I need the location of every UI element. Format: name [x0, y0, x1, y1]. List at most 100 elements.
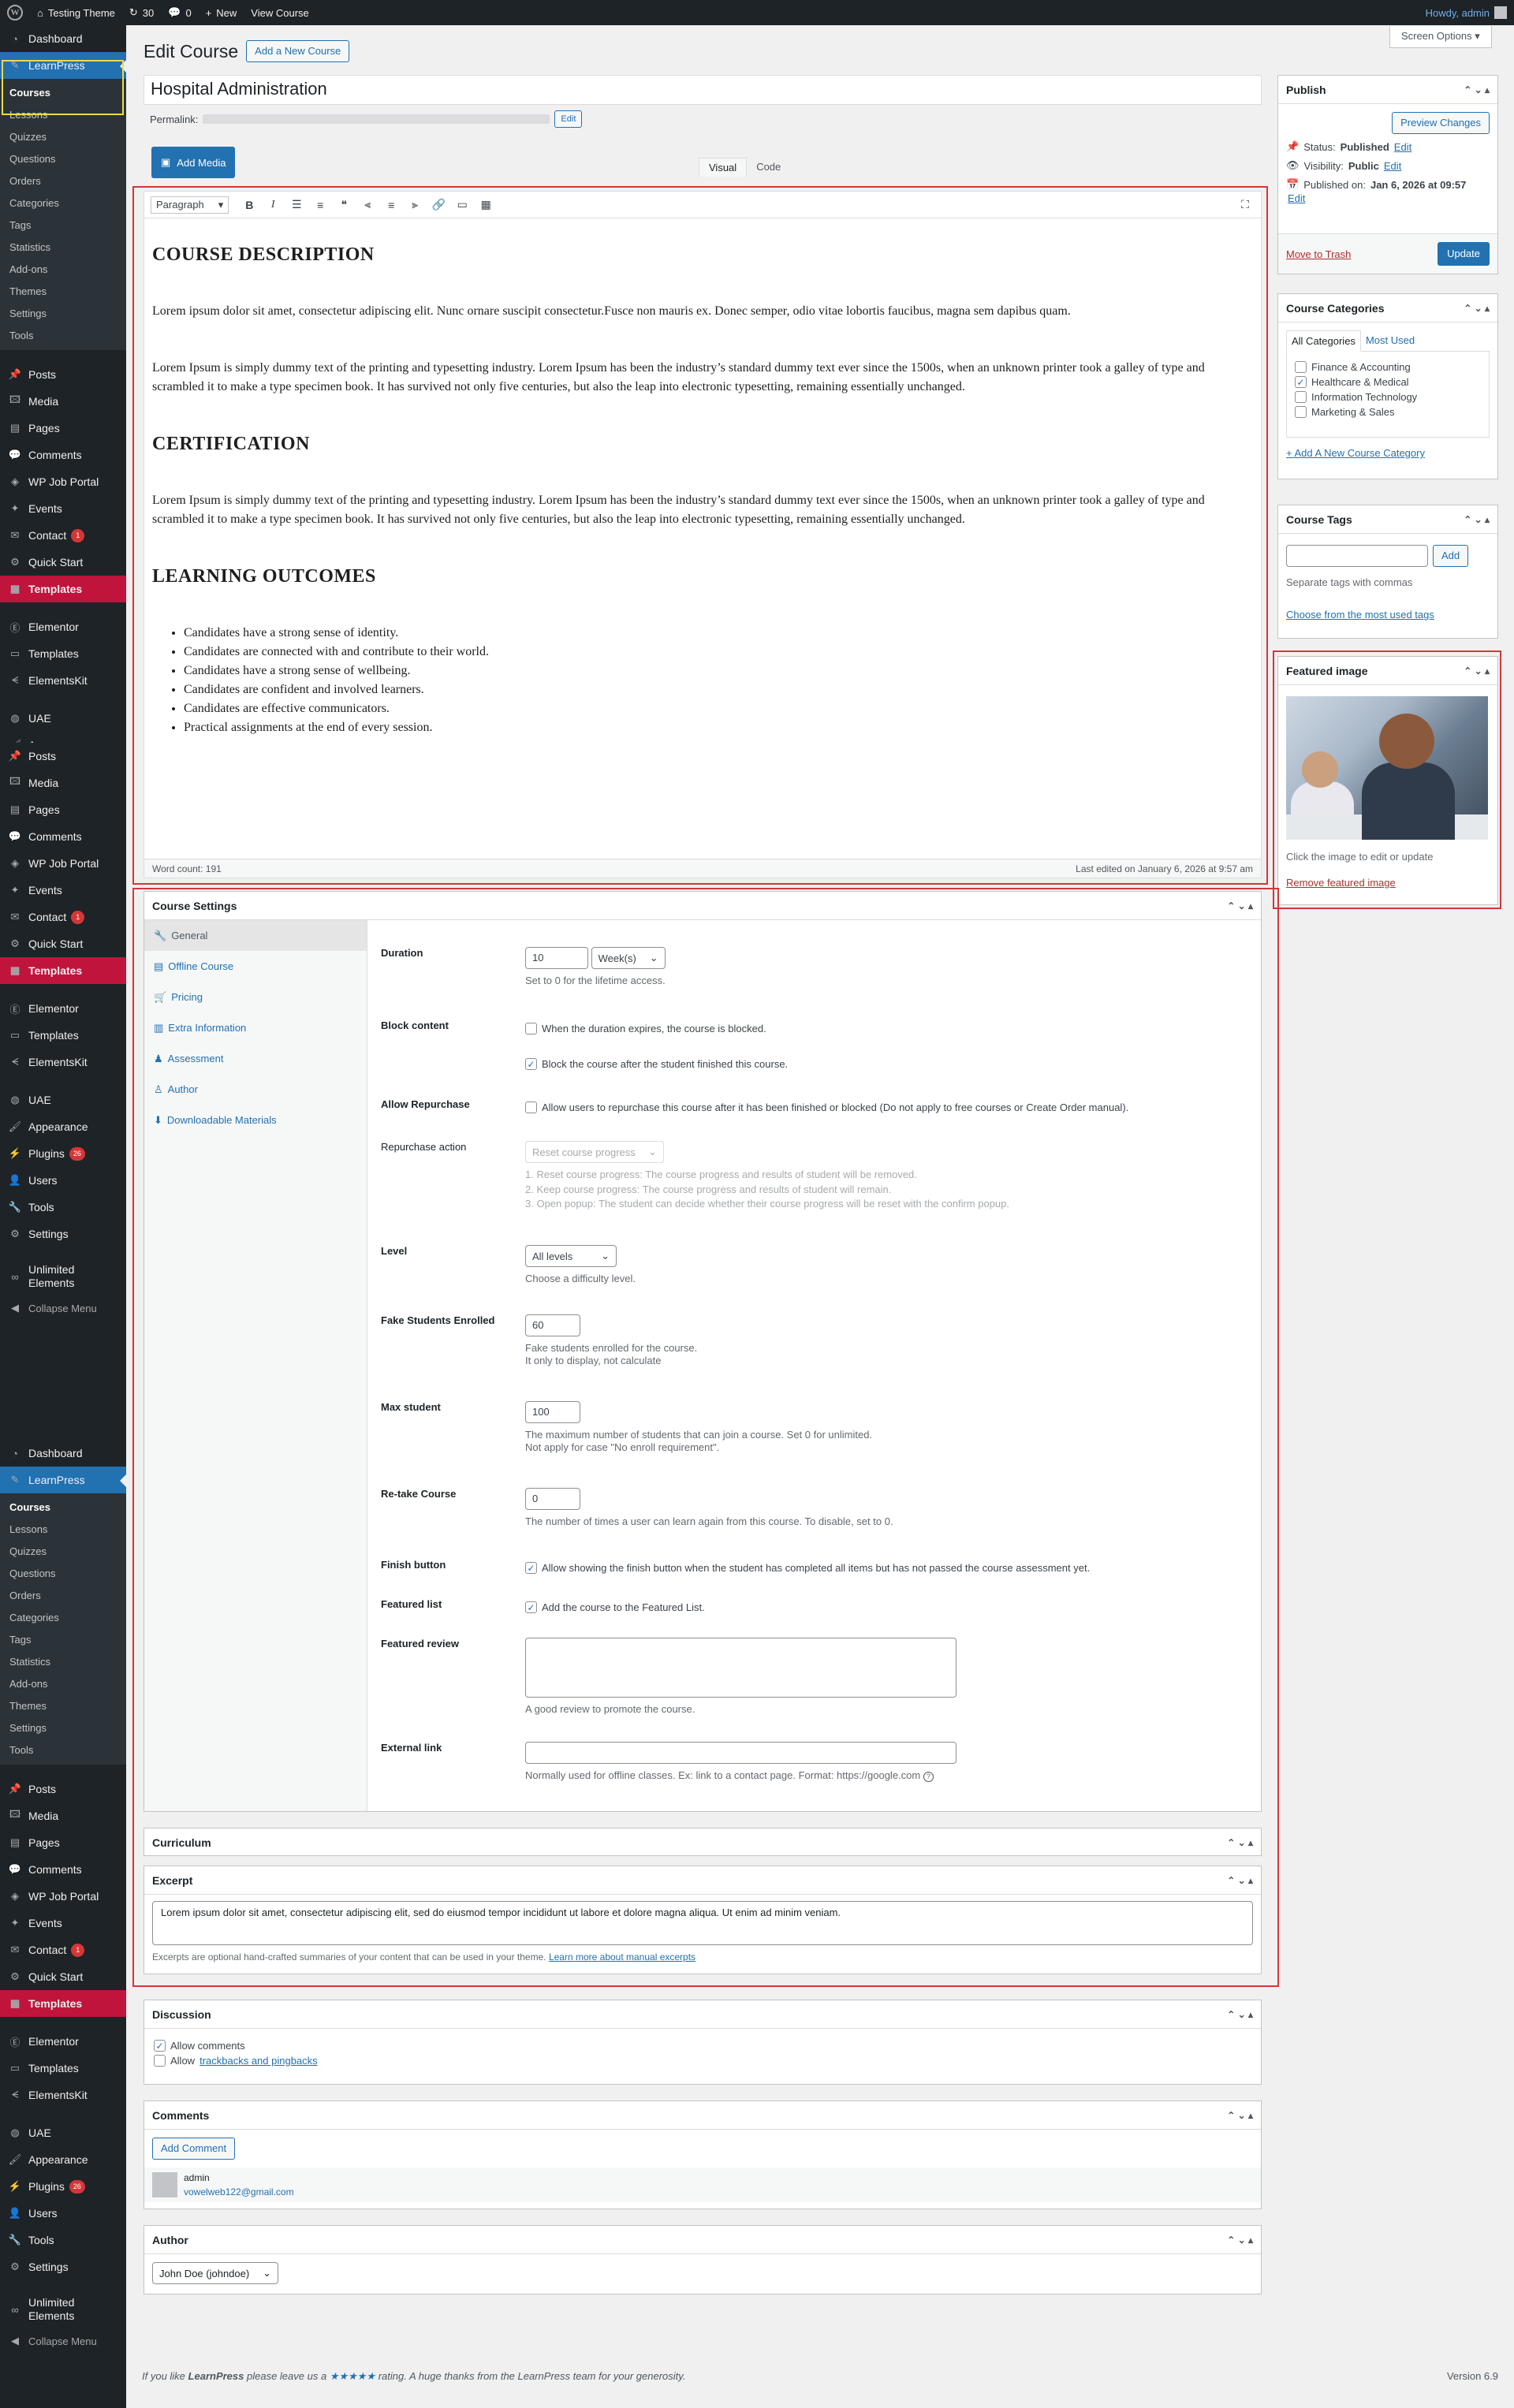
menu-item-elementskit[interactable]: ᗕ ElementsKit: [0, 1049, 126, 1075]
submenu-item[interactable]: Lessons: [0, 1519, 126, 1541]
permalink-url[interactable]: [203, 114, 550, 124]
fullscreen-icon[interactable]: ⛶: [1236, 196, 1255, 214]
submenu-item[interactable]: Courses: [0, 82, 126, 104]
bold-icon[interactable]: B: [240, 196, 259, 214]
menu-item-events[interactable]: ✦ Events: [0, 1910, 126, 1936]
align-right-icon[interactable]: ⫸: [405, 196, 424, 214]
menu-item-uae[interactable]: ◍ UAE: [0, 705, 126, 732]
menu-item-media[interactable]: 🖾 Media: [0, 770, 126, 796]
checkbox[interactable]: [1295, 361, 1307, 373]
submenu-item[interactable]: Statistics: [0, 237, 126, 259]
menu-item-uae[interactable]: ◍ UAE: [0, 1087, 126, 1113]
italic-icon[interactable]: I: [263, 196, 282, 214]
menu-item-events[interactable]: ✦ Events: [0, 495, 126, 522]
menu-item-quick-start[interactable]: ⚙ Quick Start: [0, 549, 126, 576]
menu-item-appearance[interactable]: 🖌Appearance: [0, 2146, 126, 2173]
tab-visual[interactable]: Visual: [699, 158, 748, 177]
box-controls[interactable]: ⌃ ⌄ ▴: [1464, 514, 1490, 525]
tab-pricing[interactable]: 🛒 Pricing: [144, 982, 367, 1012]
blockquote-icon[interactable]: ❝: [334, 196, 353, 214]
menu-item-settings[interactable]: ⚙ Settings: [0, 1221, 126, 1247]
published-edit-link[interactable]: Edit: [1288, 192, 1305, 204]
submenu-item[interactable]: Settings: [0, 303, 126, 325]
submenu-item[interactable]: Settings: [0, 1717, 126, 1739]
menu-item-uae[interactable]: ◍ UAE: [0, 2119, 126, 2146]
submenu-item[interactable]: Add-ons: [0, 1673, 126, 1695]
menu-item-appearance[interactable]: 🖌Appearance: [0, 732, 126, 743]
align-center-icon[interactable]: ≡: [382, 196, 401, 214]
menu-item-pages[interactable]: ▤ Pages: [0, 1829, 126, 1856]
menu-item-comments[interactable]: 💬 Comments: [0, 442, 126, 468]
add-comment-button[interactable]: Add Comment: [152, 2138, 236, 2160]
featured-list-checkbox[interactable]: ✓: [525, 1601, 537, 1613]
menu-item-templates[interactable]: ▦ Templates: [0, 576, 126, 602]
duration-input[interactable]: 10: [525, 947, 588, 969]
submenu-item[interactable]: Questions: [0, 1563, 126, 1585]
menu-item-elementor[interactable]: Ⓔ Elementor: [0, 995, 126, 1022]
submenu-item[interactable]: Courses: [0, 1497, 126, 1519]
trackbacks-link[interactable]: trackbacks and pingbacks: [200, 2055, 318, 2067]
menu-item-posts[interactable]: 📌 Posts: [0, 1776, 126, 1802]
submenu-item[interactable]: Tags: [0, 214, 126, 237]
allow-trackbacks-checkbox[interactable]: [154, 2055, 166, 2067]
author-select[interactable]: John Doe (johndoe) ⌄: [152, 2262, 278, 2284]
tag-input[interactable]: [1286, 545, 1428, 567]
submenu-item[interactable]: Themes: [0, 1695, 126, 1717]
menu-item-users[interactable]: 👤 Users: [0, 1167, 126, 1194]
menu-item-elementor[interactable]: Ⓔ Elementor: [0, 613, 126, 640]
menu-item-unlimited-elements[interactable]: ∞ Unlimited Elements: [0, 2291, 126, 2328]
fake-students-input[interactable]: 60: [525, 1314, 580, 1336]
featured-image[interactable]: [1286, 696, 1488, 840]
box-controls[interactable]: ⌃ ⌄ ▴: [1464, 84, 1490, 95]
checkbox[interactable]: [1295, 391, 1307, 403]
bullet-list-icon[interactable]: ☰: [287, 196, 306, 214]
new-content-link[interactable]: + New: [199, 0, 244, 25]
category-item[interactable]: Finance & Accounting: [1295, 361, 1481, 373]
block-finished-checkbox[interactable]: ✓: [525, 1058, 537, 1070]
collapse-menu-button[interactable]: ◀ Collapse Menu: [0, 2328, 126, 2354]
menu-item-elementskit[interactable]: ᗕ ElementsKit: [0, 667, 126, 694]
box-controls[interactable]: ⌃ ⌄ ▴: [1227, 1837, 1253, 1848]
comment-email-link[interactable]: vowelweb122@gmail.com: [184, 2186, 294, 2197]
submenu-item[interactable]: Quizzes: [0, 126, 126, 148]
category-item[interactable]: Marketing & Sales: [1295, 406, 1481, 418]
box-controls[interactable]: ⌃ ⌄ ▴: [1227, 900, 1253, 911]
menu-item-quick-start[interactable]: ⚙ Quick Start: [0, 930, 126, 957]
tab-code[interactable]: Code: [747, 158, 790, 177]
retake-input[interactable]: 0: [525, 1488, 580, 1510]
block-expire-checkbox[interactable]: [525, 1023, 537, 1034]
checkbox[interactable]: [1295, 406, 1307, 418]
menu-item-pages[interactable]: ▤ Pages: [0, 796, 126, 823]
add-tag-button[interactable]: Add: [1433, 545, 1469, 567]
tab-offline-course[interactable]: ▤ Offline Course: [144, 951, 367, 982]
menu-item-media[interactable]: 🖾 Media: [0, 1802, 126, 1829]
submenu-item[interactable]: Tags: [0, 1629, 126, 1651]
submenu-item[interactable]: Questions: [0, 148, 126, 170]
duration-unit-select[interactable]: Week(s) ⌄: [591, 947, 666, 969]
menu-item-settings[interactable]: ⚙ Settings: [0, 2253, 126, 2280]
category-item[interactable]: ✓ Healthcare & Medical: [1295, 376, 1481, 388]
update-button[interactable]: Update: [1438, 242, 1490, 266]
menu-item-tools[interactable]: 🔧 Tools: [0, 1194, 126, 1221]
submenu-item[interactable]: Categories: [0, 1607, 126, 1629]
submenu-item[interactable]: Orders: [0, 170, 126, 192]
menu-item-appearance[interactable]: 🖌Appearance: [0, 1113, 126, 1140]
tab-extra-information[interactable]: ▥ Extra Information: [144, 1012, 367, 1043]
level-select[interactable]: All levels ⌄: [525, 1245, 617, 1267]
help-icon[interactable]: ?: [923, 1772, 934, 1782]
box-controls[interactable]: ⌃ ⌄ ▴: [1464, 303, 1490, 314]
post-title-input[interactable]: Hospital Administration: [144, 75, 1262, 105]
menu-item-elementor[interactable]: Ⓔ Elementor: [0, 2028, 126, 2055]
align-left-icon[interactable]: ⫷: [358, 196, 377, 214]
submenu-item[interactable]: Quizzes: [0, 1541, 126, 1563]
submenu-item[interactable]: Tools: [0, 325, 126, 347]
menu-item-templates[interactable]: ▦ Templates: [0, 1990, 126, 2017]
tab-assessment[interactable]: ♟ Assessment: [144, 1043, 367, 1074]
category-item[interactable]: Information Technology: [1295, 391, 1481, 403]
menu-item-comments[interactable]: 💬 Comments: [0, 823, 126, 850]
menu-item-dashboard[interactable]: ◔ Dashboard: [0, 25, 126, 52]
menu-item-wp-job-portal[interactable]: ◈ WP Job Portal: [0, 850, 126, 877]
menu-item-learnpress[interactable]: ✎ LearnPress: [0, 1467, 126, 1493]
finish-button-checkbox[interactable]: ✓: [525, 1562, 537, 1574]
view-course-link[interactable]: View Course: [244, 0, 315, 25]
